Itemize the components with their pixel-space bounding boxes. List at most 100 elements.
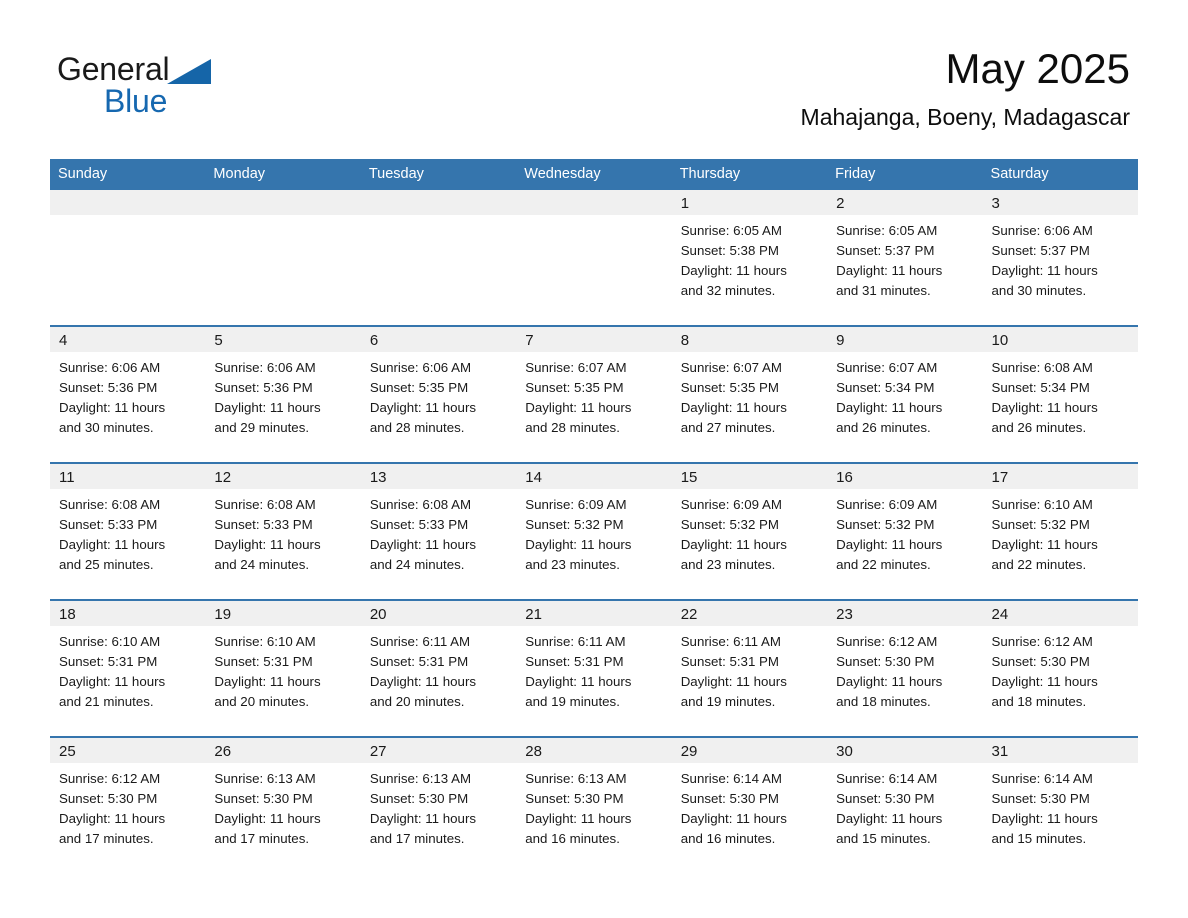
daylight-line2: and 32 minutes.	[680, 283, 776, 298]
day-cell-inner[interactable]: 17 Sunrise: 6:10 AM Sunset: 5:32 PM Dayl…	[982, 464, 1138, 599]
daylight-line1: Daylight: 11 hours	[369, 537, 477, 552]
day-details: Sunrise: 6:09 AM Sunset: 5:32 PM Dayligh…	[827, 489, 982, 575]
sunset-text: Sunset: 5:35 PM	[680, 380, 779, 395]
day-cell-inner[interactable]: 18 Sunrise: 6:10 AM Sunset: 5:31 PM Dayl…	[50, 601, 206, 736]
weekday-header-monday: Monday	[205, 159, 361, 190]
day-cell-inner[interactable]: 16 Sunrise: 6:09 AM Sunset: 5:32 PM Dayl…	[827, 464, 983, 599]
sunset-text: Sunset: 5:32 PM	[680, 517, 779, 532]
weekday-header-wednesday: Wednesday	[516, 159, 672, 190]
day-cell-inner[interactable]: 14 Sunrise: 6:09 AM Sunset: 5:32 PM Dayl…	[516, 464, 672, 599]
day-cell	[50, 190, 206, 326]
day-cell-inner[interactable]: 30 Sunrise: 6:14 AM Sunset: 5:30 PM Dayl…	[827, 738, 983, 873]
day-number: 15	[671, 464, 828, 489]
day-cell: 11 Sunrise: 6:08 AM Sunset: 5:33 PM Dayl…	[50, 462, 206, 600]
day-number: 14	[516, 464, 672, 489]
day-cell: 10 Sunrise: 6:08 AM Sunset: 5:34 PM Dayl…	[982, 325, 1138, 463]
day-cell-inner[interactable]: 22 Sunrise: 6:11 AM Sunset: 5:31 PM Dayl…	[671, 601, 828, 736]
sunrise-text: Sunrise: 6:08 AM	[214, 497, 316, 512]
day-number	[205, 190, 361, 215]
day-cell-inner[interactable]: 31 Sunrise: 6:14 AM Sunset: 5:30 PM Dayl…	[982, 738, 1138, 873]
sunset-text: Sunset: 5:30 PM	[836, 654, 935, 669]
day-cell: 27 Sunrise: 6:13 AM Sunset: 5:30 PM Dayl…	[360, 736, 517, 873]
day-cell: 1 Sunrise: 6:05 AM Sunset: 5:38 PM Dayli…	[671, 190, 828, 326]
day-details: Sunrise: 6:11 AM Sunset: 5:31 PM Dayligh…	[516, 626, 671, 712]
day-cell-inner[interactable]: 20 Sunrise: 6:11 AM Sunset: 5:31 PM Dayl…	[360, 601, 517, 736]
page-title: May 2025	[945, 45, 1130, 92]
day-number: 29	[671, 738, 828, 763]
daylight-line2: and 17 minutes.	[214, 831, 310, 846]
calendar-table: Sunday Monday Tuesday Wednesday Thursday…	[50, 159, 1138, 873]
day-cell-inner[interactable]: 2 Sunrise: 6:05 AM Sunset: 5:37 PM Dayli…	[827, 190, 983, 325]
day-cell-inner[interactable]: 1 Sunrise: 6:05 AM Sunset: 5:38 PM Dayli…	[671, 190, 828, 325]
day-cell-inner[interactable]: 21 Sunrise: 6:11 AM Sunset: 5:31 PM Dayl…	[516, 601, 672, 736]
calendar-grid: Sunday Monday Tuesday Wednesday Thursday…	[50, 159, 1138, 873]
day-cell-inner[interactable]: 7 Sunrise: 6:07 AM Sunset: 5:35 PM Dayli…	[516, 327, 672, 462]
day-cell-inner[interactable]: 27 Sunrise: 6:13 AM Sunset: 5:30 PM Dayl…	[360, 738, 517, 873]
sunrise-text: Sunrise: 6:13 AM	[525, 771, 627, 786]
sunset-text: Sunset: 5:31 PM	[525, 654, 624, 669]
sunset-text: Sunset: 5:31 PM	[680, 654, 779, 669]
day-details: Sunrise: 6:14 AM Sunset: 5:30 PM Dayligh…	[827, 763, 982, 849]
day-number: 16	[827, 464, 983, 489]
day-cell-inner[interactable]: 3 Sunrise: 6:06 AM Sunset: 5:37 PM Dayli…	[982, 190, 1138, 325]
day-cell-inner[interactable]: 11 Sunrise: 6:08 AM Sunset: 5:33 PM Dayl…	[50, 464, 206, 599]
day-number: 23	[827, 601, 983, 626]
daylight-line2: and 18 minutes.	[991, 694, 1087, 709]
day-cell-inner[interactable]: 9 Sunrise: 6:07 AM Sunset: 5:34 PM Dayli…	[827, 327, 983, 462]
sunset-text: Sunset: 5:35 PM	[369, 380, 469, 395]
day-cell-inner[interactable]: 19 Sunrise: 6:10 AM Sunset: 5:31 PM Dayl…	[205, 601, 361, 736]
day-details: Sunrise: 6:08 AM Sunset: 5:33 PM Dayligh…	[205, 489, 360, 575]
day-cell-inner[interactable]: 5 Sunrise: 6:06 AM Sunset: 5:36 PM Dayli…	[205, 327, 361, 462]
day-cell-inner[interactable]: 29 Sunrise: 6:14 AM Sunset: 5:30 PM Dayl…	[671, 738, 828, 873]
calendar-body: 1 Sunrise: 6:05 AM Sunset: 5:38 PM Dayli…	[50, 190, 1138, 873]
daylight-line2: and 28 minutes.	[525, 420, 620, 435]
day-details: Sunrise: 6:09 AM Sunset: 5:32 PM Dayligh…	[672, 489, 827, 575]
day-number	[360, 190, 517, 215]
sunset-text: Sunset: 5:30 PM	[369, 791, 469, 806]
day-cell: 26 Sunrise: 6:13 AM Sunset: 5:30 PM Dayl…	[205, 736, 361, 873]
day-cell-inner[interactable]: 26 Sunrise: 6:13 AM Sunset: 5:30 PM Dayl…	[205, 738, 361, 873]
day-cell-inner[interactable]: 25 Sunrise: 6:12 AM Sunset: 5:30 PM Dayl…	[50, 738, 206, 873]
sunrise-text: Sunrise: 6:14 AM	[991, 771, 1093, 786]
day-cell-inner[interactable]: 8 Sunrise: 6:07 AM Sunset: 5:35 PM Dayli…	[671, 327, 828, 462]
title-block: May 2025 Mahajanga, Boeny, Madagascar	[801, 44, 1130, 132]
day-cell-inner[interactable]: 15 Sunrise: 6:09 AM Sunset: 5:32 PM Dayl…	[671, 464, 828, 599]
daylight-line1: Daylight: 11 hours	[525, 674, 632, 689]
day-cell	[205, 190, 361, 326]
day-cell-inner[interactable]: 10 Sunrise: 6:08 AM Sunset: 5:34 PM Dayl…	[982, 327, 1138, 462]
day-cell-inner[interactable]: 24 Sunrise: 6:12 AM Sunset: 5:30 PM Dayl…	[982, 601, 1138, 736]
daylight-line2: and 16 minutes.	[525, 831, 620, 846]
sunrise-text: Sunrise: 6:12 AM	[59, 771, 161, 786]
daylight-line1: Daylight: 11 hours	[525, 537, 632, 552]
day-details: Sunrise: 6:08 AM Sunset: 5:33 PM Dayligh…	[361, 489, 516, 575]
day-cell: 3 Sunrise: 6:06 AM Sunset: 5:37 PM Dayli…	[982, 190, 1138, 326]
day-details: Sunrise: 6:10 AM Sunset: 5:31 PM Dayligh…	[205, 626, 360, 712]
day-cell: 20 Sunrise: 6:11 AM Sunset: 5:31 PM Dayl…	[360, 599, 517, 737]
day-details: Sunrise: 6:09 AM Sunset: 5:32 PM Dayligh…	[516, 489, 671, 575]
day-number: 11	[50, 464, 206, 489]
day-cell: 30 Sunrise: 6:14 AM Sunset: 5:30 PM Dayl…	[827, 736, 983, 873]
day-number: 28	[516, 738, 672, 763]
day-cell: 9 Sunrise: 6:07 AM Sunset: 5:34 PM Dayli…	[827, 325, 983, 463]
day-details: Sunrise: 6:12 AM Sunset: 5:30 PM Dayligh…	[827, 626, 982, 712]
sunrise-text: Sunrise: 6:09 AM	[525, 497, 627, 512]
day-cell-inner[interactable]: 13 Sunrise: 6:08 AM Sunset: 5:33 PM Dayl…	[360, 464, 517, 599]
daylight-line1: Daylight: 11 hours	[836, 811, 943, 826]
day-cell-inner[interactable]: 28 Sunrise: 6:13 AM Sunset: 5:30 PM Dayl…	[516, 738, 672, 873]
day-number: 24	[982, 601, 1138, 626]
day-cell-inner[interactable]: 6 Sunrise: 6:06 AM Sunset: 5:35 PM Dayli…	[360, 327, 517, 462]
daylight-line2: and 22 minutes.	[991, 557, 1087, 572]
day-cell-inner[interactable]: 23 Sunrise: 6:12 AM Sunset: 5:30 PM Dayl…	[827, 601, 983, 736]
general-blue-logo[interactable]: General Blue	[57, 52, 257, 122]
day-number: 20	[360, 601, 517, 626]
sunrise-text: Sunrise: 6:13 AM	[369, 771, 472, 786]
daylight-line1: Daylight: 11 hours	[991, 400, 1098, 415]
calendar-header-row: Sunday Monday Tuesday Wednesday Thursday…	[50, 159, 1138, 190]
sunrise-text: Sunrise: 6:06 AM	[369, 360, 472, 375]
sunrise-text: Sunrise: 6:14 AM	[680, 771, 782, 786]
day-number: 22	[671, 601, 828, 626]
day-cell-inner[interactable]: 12 Sunrise: 6:08 AM Sunset: 5:33 PM Dayl…	[205, 464, 361, 599]
logo-top-row: General	[57, 52, 257, 88]
day-details: Sunrise: 6:08 AM Sunset: 5:34 PM Dayligh…	[983, 352, 1138, 438]
day-cell-inner[interactable]: 4 Sunrise: 6:06 AM Sunset: 5:36 PM Dayli…	[50, 327, 206, 462]
